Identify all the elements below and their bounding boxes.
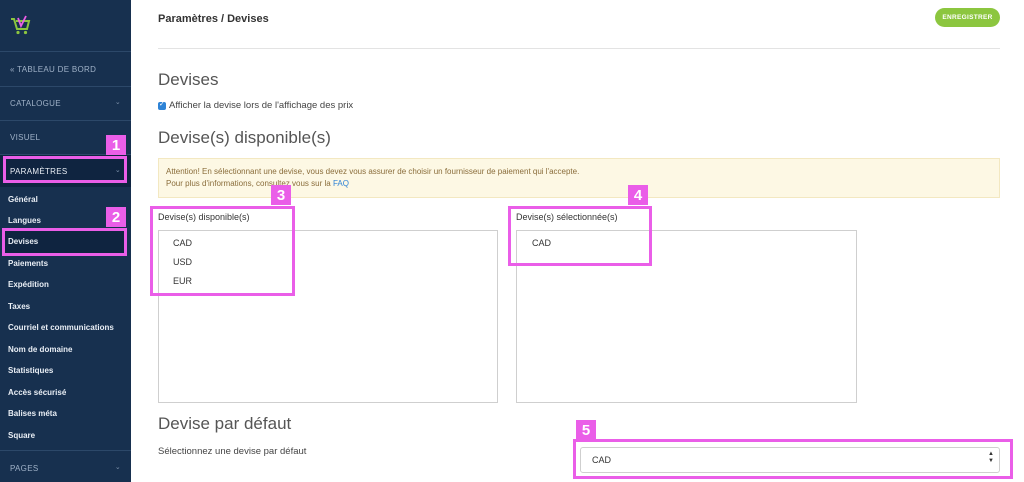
- annotation-box-3: [150, 206, 295, 296]
- sidebar-item-label: PAGES: [10, 463, 39, 473]
- sidebar-item-dashboard[interactable]: « TABLEAU DE BORD: [0, 52, 131, 86]
- sidebar-subitem-acces-securise[interactable]: Accès sécurisé: [8, 388, 66, 397]
- annotation-badge-3: 3: [271, 185, 291, 205]
- checkmark-icon: ✓: [159, 101, 165, 108]
- chevron-down-icon: ⌄: [114, 464, 121, 471]
- alert-text-line2: Pour plus d'informations, consultez vous…: [166, 179, 349, 188]
- sidebar-subitem-nom-domaine[interactable]: Nom de domaine: [8, 345, 72, 354]
- annotation-badge-5: 5: [576, 420, 596, 440]
- sidebar-subitem-balises-meta[interactable]: Balises méta: [8, 409, 57, 418]
- sidebar-subitem-taxes[interactable]: Taxes: [8, 302, 30, 311]
- page-title: Paramètres / Devises: [158, 13, 269, 25]
- default-currency-help: Sélectionnez une devise par défaut: [158, 446, 307, 457]
- sidebar-subitem-courriel[interactable]: Courriel et communications: [8, 323, 114, 332]
- sidebar-subitem-general[interactable]: Général: [8, 195, 38, 204]
- alert-text: Pour plus d'informations, consultez vous…: [166, 179, 331, 188]
- sidebar-subitem-paiements[interactable]: Paiements: [8, 259, 48, 268]
- sidebar-item-pages[interactable]: PAGES ⌄: [0, 451, 131, 482]
- annotation-box-4: [508, 206, 652, 266]
- section-heading-available: Devise(s) disponible(s): [158, 128, 331, 147]
- annotation-badge-4: 4: [628, 185, 648, 205]
- sidebar-subitem-square[interactable]: Square: [8, 431, 35, 440]
- annotation-box-2: [2, 228, 127, 256]
- section-heading-default: Devise par défaut: [158, 414, 292, 433]
- annotation-badge-1: 1: [106, 135, 126, 155]
- cart-logo-icon: [11, 15, 31, 35]
- save-button[interactable]: ENREGISTRER: [935, 8, 1000, 27]
- annotation-box-1: [3, 156, 127, 183]
- alert-text-line1: Attention! En sélectionnant une devise, …: [166, 167, 580, 176]
- annotation-box-5: [573, 439, 1013, 479]
- sidebar-subitem-expedition[interactable]: Expédition: [8, 280, 49, 289]
- show-currency-label[interactable]: Afficher la devise lors de l'affichage d…: [169, 100, 353, 111]
- section-heading-devises: Devises: [158, 70, 219, 89]
- chevron-down-icon: ⌄: [114, 99, 121, 106]
- faq-link[interactable]: FAQ: [333, 179, 349, 188]
- sidebar-subitem-langues[interactable]: Langues: [8, 216, 41, 225]
- header-divider: [158, 48, 1000, 49]
- sidebar-subitem-statistiques[interactable]: Statistiques: [8, 366, 53, 375]
- sidebar-item-catalogue[interactable]: CATALOGUE ⌄: [0, 86, 131, 120]
- annotation-badge-2: 2: [106, 207, 126, 227]
- sidebar-item-label: CATALOGUE: [10, 98, 61, 108]
